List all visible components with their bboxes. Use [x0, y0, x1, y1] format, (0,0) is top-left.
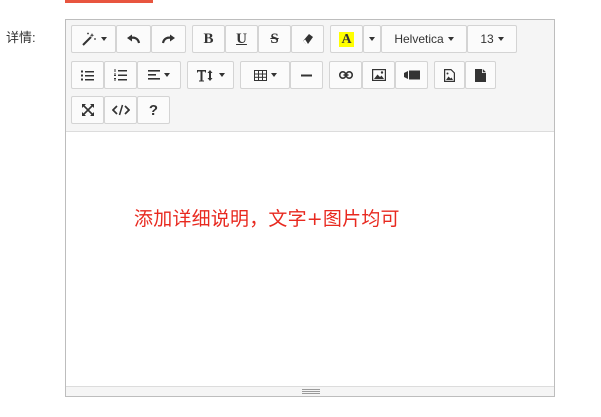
highlight-color-dropdown[interactable] [363, 25, 381, 53]
insert-link-button[interactable] [329, 61, 362, 89]
insert-image-file-button[interactable] [434, 61, 465, 89]
undo-icon [126, 33, 141, 45]
underline-button[interactable]: U [225, 25, 258, 53]
code-icon [111, 104, 130, 116]
font-family-dropdown[interactable]: Helvetica [381, 25, 467, 53]
chevron-down-icon [497, 37, 504, 41]
grip-icon [302, 389, 320, 395]
redo-button[interactable] [151, 25, 186, 53]
chevron-down-icon [100, 37, 107, 41]
clear-format-button[interactable] [291, 25, 324, 53]
question-icon: ? [148, 101, 159, 119]
editor-content-area[interactable]: 添加详细说明，文字+图片均可 [66, 132, 554, 387]
bold-button[interactable]: B [192, 25, 225, 53]
text-height-icon [196, 69, 215, 82]
strikethrough-button[interactable]: S [258, 25, 291, 53]
editor-placeholder: 添加详细说明，文字+图片均可 [134, 208, 400, 230]
resize-handle[interactable] [66, 386, 554, 396]
code-view-button[interactable] [104, 96, 137, 124]
paragraph-align-dropdown[interactable] [137, 61, 181, 89]
video-icon [403, 70, 420, 80]
detail-field-label: 详情: [6, 30, 36, 45]
chevron-down-icon [164, 73, 170, 77]
bold-icon: B [203, 30, 214, 47]
line-height-dropdown[interactable] [187, 61, 234, 89]
bullet-list-icon [81, 70, 94, 81]
highlight-color-button[interactable]: A [330, 25, 363, 53]
ordered-list-button[interactable] [104, 61, 137, 89]
table-icon [253, 69, 267, 81]
chevron-down-icon [369, 37, 375, 41]
underline-icon: U [236, 30, 247, 47]
help-button[interactable]: ? [137, 96, 170, 124]
insert-video-button[interactable] [395, 61, 428, 89]
align-left-icon [148, 70, 160, 80]
file-icon [475, 68, 486, 82]
font-family-value: Helvetica [394, 32, 444, 46]
insert-file-button[interactable] [465, 61, 496, 89]
font-size-value: 13 [480, 32, 494, 46]
font-size-dropdown[interactable]: 13 [467, 25, 517, 53]
strikethrough-icon: S [270, 30, 279, 47]
undo-button[interactable] [116, 25, 151, 53]
editor-toolbar: B U S A Helvetica 13 ? [66, 20, 554, 132]
expand-icon [81, 104, 94, 116]
table-dropdown[interactable] [240, 61, 290, 89]
insert-picture-button[interactable] [362, 61, 395, 89]
magic-wand-icon [81, 32, 97, 46]
link-icon [338, 71, 353, 79]
top-red-bar [65, 0, 153, 3]
picture-icon [371, 69, 386, 81]
minus-icon [301, 74, 312, 77]
highlight-icon: A [339, 31, 354, 47]
numbered-list-icon [114, 69, 127, 81]
chevron-down-icon [270, 73, 277, 77]
horizontal-rule-button[interactable] [290, 61, 323, 89]
image-file-icon [444, 68, 455, 82]
unordered-list-button[interactable] [71, 61, 104, 89]
rich-text-editor: B U S A Helvetica 13 ? 添加详细说明，文字+图片均可 [65, 19, 555, 397]
style-dropdown-button[interactable] [71, 25, 116, 53]
eraser-icon [302, 33, 314, 45]
chevron-down-icon [218, 73, 225, 77]
redo-icon [161, 33, 176, 45]
chevron-down-icon [447, 37, 454, 41]
fullscreen-button[interactable] [71, 96, 104, 124]
